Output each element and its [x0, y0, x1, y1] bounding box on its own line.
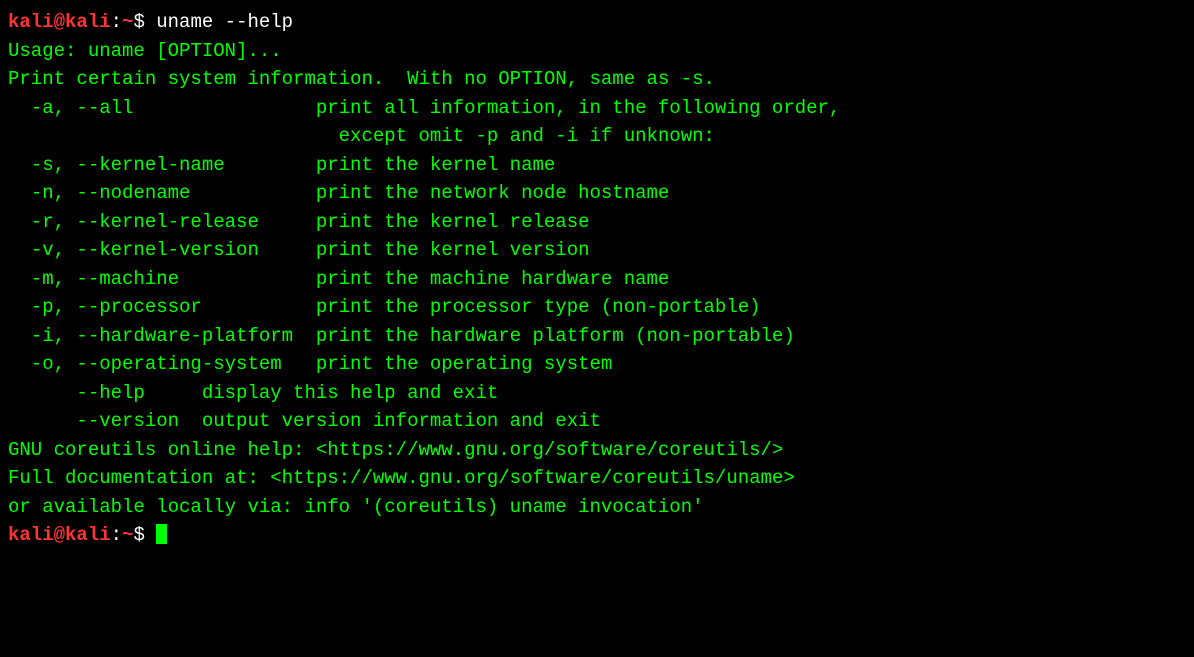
- prompt-colon: :: [111, 11, 122, 33]
- prompt-colon: :: [111, 524, 122, 546]
- output-option-help: --help display this help and exit: [8, 379, 1186, 408]
- terminal-output[interactable]: kali@kali:~$ uname --help Usage: uname […: [8, 8, 1186, 550]
- prompt-path: ~: [122, 524, 133, 546]
- command-text: uname --help: [156, 11, 293, 33]
- prompt-path: ~: [122, 11, 133, 33]
- output-option-kernel-version: -v, --kernel-version print the kernel ve…: [8, 236, 1186, 265]
- output-option-machine: -m, --machine print the machine hardware…: [8, 265, 1186, 294]
- output-option-all: -a, --all print all information, in the …: [8, 94, 1186, 123]
- prompt-dollar: $: [133, 524, 156, 546]
- output-description: Print certain system information. With n…: [8, 65, 1186, 94]
- output-option-nodename: -n, --nodename print the network node ho…: [8, 179, 1186, 208]
- cursor-icon: [156, 524, 167, 544]
- prompt-user: kali: [8, 11, 54, 33]
- prompt-user: kali: [8, 524, 54, 546]
- output-full-doc: Full documentation at: <https://www.gnu.…: [8, 464, 1186, 493]
- output-local-doc: or available locally via: info '(coreuti…: [8, 493, 1186, 522]
- output-usage: Usage: uname [OPTION]...: [8, 37, 1186, 66]
- prompt-at: @: [54, 524, 65, 546]
- prompt-host: kali: [65, 524, 111, 546]
- prompt-at: @: [54, 11, 65, 33]
- output-option-hardware-platform: -i, --hardware-platform print the hardwa…: [8, 322, 1186, 351]
- output-option-operating-system: -o, --operating-system print the operati…: [8, 350, 1186, 379]
- output-gnu-help: GNU coreutils online help: <https://www.…: [8, 436, 1186, 465]
- command-line-1: kali@kali:~$ uname --help: [8, 8, 1186, 37]
- output-option-processor: -p, --processor print the processor type…: [8, 293, 1186, 322]
- prompt-dollar: $: [133, 11, 156, 33]
- command-line-2[interactable]: kali@kali:~$: [8, 521, 1186, 550]
- output-option-all-cont: except omit -p and -i if unknown:: [8, 122, 1186, 151]
- output-option-kernel-release: -r, --kernel-release print the kernel re…: [8, 208, 1186, 237]
- prompt-host: kali: [65, 11, 111, 33]
- output-option-version: --version output version information and…: [8, 407, 1186, 436]
- output-option-kernel-name: -s, --kernel-name print the kernel name: [8, 151, 1186, 180]
